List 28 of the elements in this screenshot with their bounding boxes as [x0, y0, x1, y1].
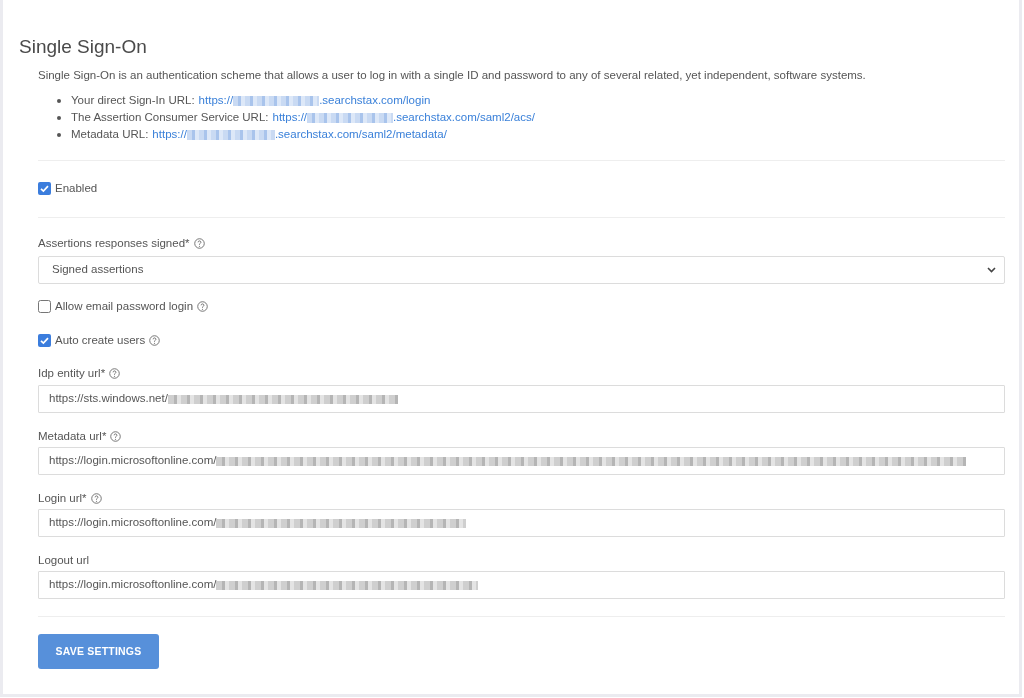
- bullet-icon: [57, 132, 61, 137]
- checkbox[interactable]: [38, 333, 51, 347]
- url-link[interactable]: https:// .searchstax.com/login: [198, 92, 431, 109]
- bullet-icon: [57, 115, 61, 120]
- chevron-down-icon: [987, 267, 996, 273]
- description-text: Single Sign-On is an authentication scheme that allows a user to log in with a single ID and password to any of several related, yet independent, software systems.: [38, 68, 867, 83]
- bullet-icon: [57, 98, 61, 103]
- checkbox-label: Enabled: [55, 181, 98, 196]
- field-label: Idp entity url*: [38, 366, 106, 381]
- input-field[interactable]: https://login.microsoftonline.com/: [38, 509, 1005, 537]
- url-link[interactable]: https:// .searchstax.com/saml2/metadata/: [152, 126, 447, 143]
- field-label: Logout url: [38, 553, 90, 568]
- field-label: Metadata url*: [38, 429, 107, 444]
- url-label: Your direct Sign-In URL:: [71, 93, 195, 108]
- dropdown-select[interactable]: Signed assertions: [38, 256, 1005, 284]
- page-title: Single Sign-On: [19, 35, 148, 59]
- field-label: Assertions responses signed*: [38, 236, 190, 251]
- url-label: Metadata URL:: [71, 127, 149, 142]
- url-label: The Assertion Consumer Service URL:: [71, 110, 269, 125]
- input-field[interactable]: https://login.microsoftonline.com/: [38, 447, 1005, 475]
- field-label: Login url*: [38, 491, 87, 506]
- checkbox-label: Allow email password login: [55, 299, 194, 314]
- url-link[interactable]: https:// .searchstax.com/saml2/acs/: [272, 109, 535, 126]
- checkbox[interactable]: [38, 181, 51, 195]
- input-field[interactable]: https://sts.windows.net/: [38, 385, 1005, 413]
- input-field[interactable]: https://login.microsoftonline.com/: [38, 571, 1005, 599]
- checkbox[interactable]: [38, 299, 51, 313]
- checkbox-label: Auto create users: [55, 333, 146, 348]
